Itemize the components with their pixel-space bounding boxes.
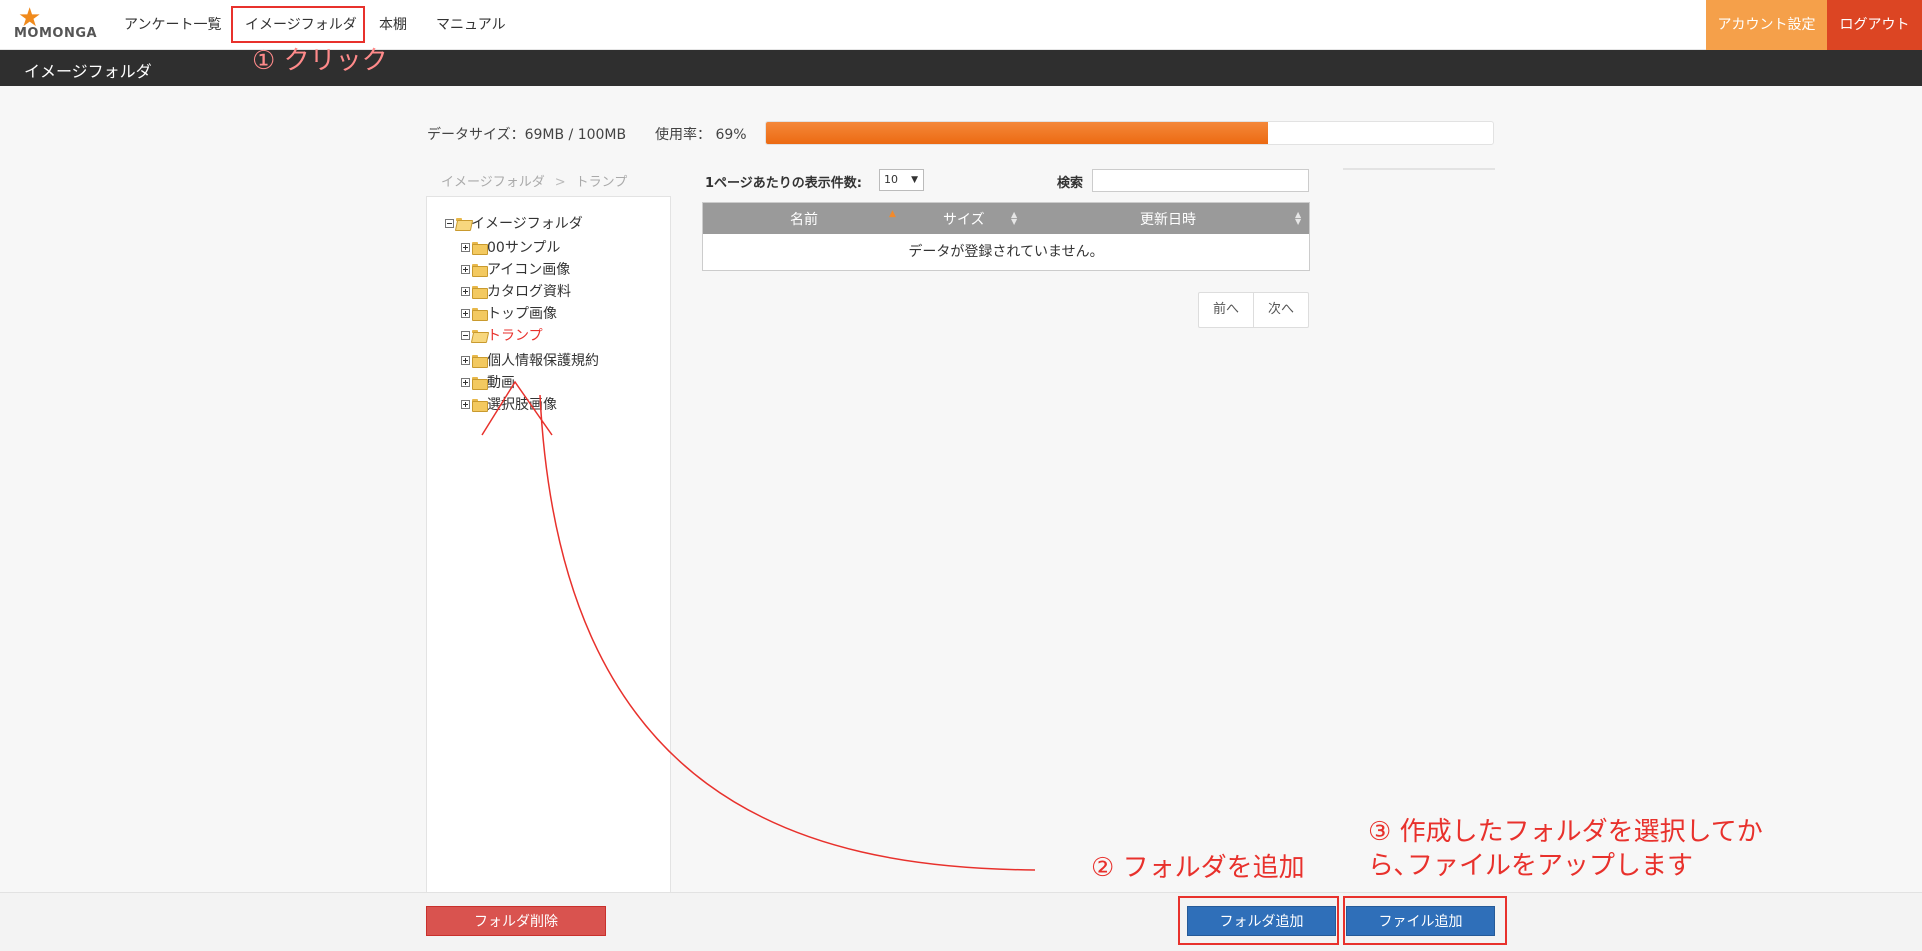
- tree-item-sample[interactable]: 00サンプル: [461, 237, 560, 257]
- logout-button[interactable]: ログアウト: [1827, 0, 1922, 50]
- tree-item-video[interactable]: 動画: [461, 372, 515, 392]
- expand-icon[interactable]: [461, 308, 470, 318]
- sort-asc-icon[interactable]: ▲: [889, 209, 896, 219]
- per-page-label: 1ページあたりの表示件数:: [705, 176, 862, 191]
- search-label: 検索: [1057, 176, 1084, 191]
- annotation-highlight-add-file: [1343, 896, 1507, 945]
- usage-progress-bar: [765, 121, 1494, 145]
- breadcrumb: イメージフォルダ > トランプ: [441, 171, 627, 190]
- page-title: イメージフォルダ: [24, 62, 152, 81]
- folder-open-icon: [456, 217, 470, 229]
- annotation-step3-line2: ら､ファイルをアップします: [1368, 851, 1694, 881]
- breadcrumb-root[interactable]: イメージフォルダ: [441, 175, 545, 190]
- annotation-step3-line1: ③ 作成したフォルダを選択してか: [1368, 817, 1763, 847]
- tree-item-icons[interactable]: アイコン画像: [461, 259, 570, 279]
- folder-icon: [472, 285, 488, 299]
- collapse-icon[interactable]: [445, 218, 454, 228]
- annotation-step2: ② フォルダを追加: [1091, 853, 1305, 883]
- tree-root[interactable]: イメージフォルダ: [445, 213, 583, 233]
- tree-item-privacy[interactable]: 個人情報保護規約: [461, 350, 599, 370]
- nav-manual[interactable]: マニュアル: [436, 14, 506, 36]
- nav-bookshelf[interactable]: 本棚: [379, 14, 407, 36]
- folder-icon: [472, 263, 488, 277]
- momonga-logo[interactable]: ★ MOMONGA: [12, 5, 98, 45]
- expand-icon[interactable]: [461, 355, 470, 365]
- column-name[interactable]: 名前: [790, 209, 818, 229]
- folder-icon: [472, 354, 488, 368]
- collapse-icon[interactable]: [461, 330, 470, 340]
- tree-item-trump[interactable]: トランプ: [461, 325, 543, 345]
- expand-icon[interactable]: [461, 377, 470, 387]
- annotation-highlight-add-folder: [1178, 896, 1339, 945]
- pagination: 前へ 次へ: [1198, 292, 1310, 328]
- folder-icon: [472, 376, 488, 390]
- dropdown-arrow-icon: ▼: [911, 175, 918, 185]
- folder-tree-panel: イメージフォルダ 00サンプル アイコン画像 カタログ資料 トップ画像 トランプ…: [426, 196, 671, 896]
- data-size-text: データサイズ：69MB / 100MB: [427, 127, 627, 143]
- tree-item-top-images[interactable]: トップ画像: [461, 303, 557, 323]
- folder-icon: [472, 398, 488, 412]
- column-updated[interactable]: 更新日時: [1140, 209, 1196, 229]
- nav-survey-list[interactable]: アンケート一覧: [124, 14, 221, 36]
- per-page-select[interactable]: 10 ▼: [879, 169, 924, 191]
- tree-item-catalog[interactable]: カタログ資料: [461, 281, 571, 301]
- annotation-step1: ① クリック: [252, 46, 388, 76]
- expand-icon[interactable]: [461, 399, 470, 409]
- account-settings-button[interactable]: アカウント設定: [1706, 0, 1827, 50]
- expand-icon[interactable]: [461, 264, 470, 274]
- delete-folder-button[interactable]: フォルダ削除: [426, 906, 606, 936]
- sort-icon[interactable]: ▲ ▼: [1011, 211, 1017, 226]
- table-header: 名前 ▲ サイズ ▲ ▼ 更新日時 ▲ ▼: [703, 203, 1309, 234]
- column-size[interactable]: サイズ: [943, 209, 985, 229]
- usage-progress-fill: [766, 122, 1268, 144]
- per-page-value: 10: [884, 173, 898, 186]
- tree-item-choice-images[interactable]: 選択肢画像: [461, 394, 557, 414]
- folder-icon: [472, 307, 488, 321]
- sort-icon[interactable]: ▲ ▼: [1295, 211, 1301, 226]
- expand-icon[interactable]: [461, 242, 470, 252]
- prev-page-button[interactable]: 前へ: [1199, 293, 1253, 327]
- search-input[interactable]: [1092, 169, 1309, 192]
- breadcrumb-separator: >: [554, 175, 566, 190]
- next-page-button[interactable]: 次へ: [1253, 293, 1308, 327]
- usage-rate-text: 使用率： 69%: [655, 127, 747, 143]
- folder-open-icon: [472, 329, 486, 341]
- expand-icon[interactable]: [461, 286, 470, 296]
- file-table: 名前 ▲ サイズ ▲ ▼ 更新日時 ▲ ▼ データが登録されていません。: [702, 202, 1310, 271]
- logo-text: MOMONGA: [14, 26, 98, 41]
- annotation-highlight-nav: [231, 6, 365, 43]
- breadcrumb-current: トランプ: [575, 175, 628, 190]
- divider: [1343, 168, 1495, 170]
- footer-bar: [0, 892, 1922, 951]
- folder-icon: [472, 241, 488, 255]
- empty-message: データが登録されていません。: [908, 244, 1104, 260]
